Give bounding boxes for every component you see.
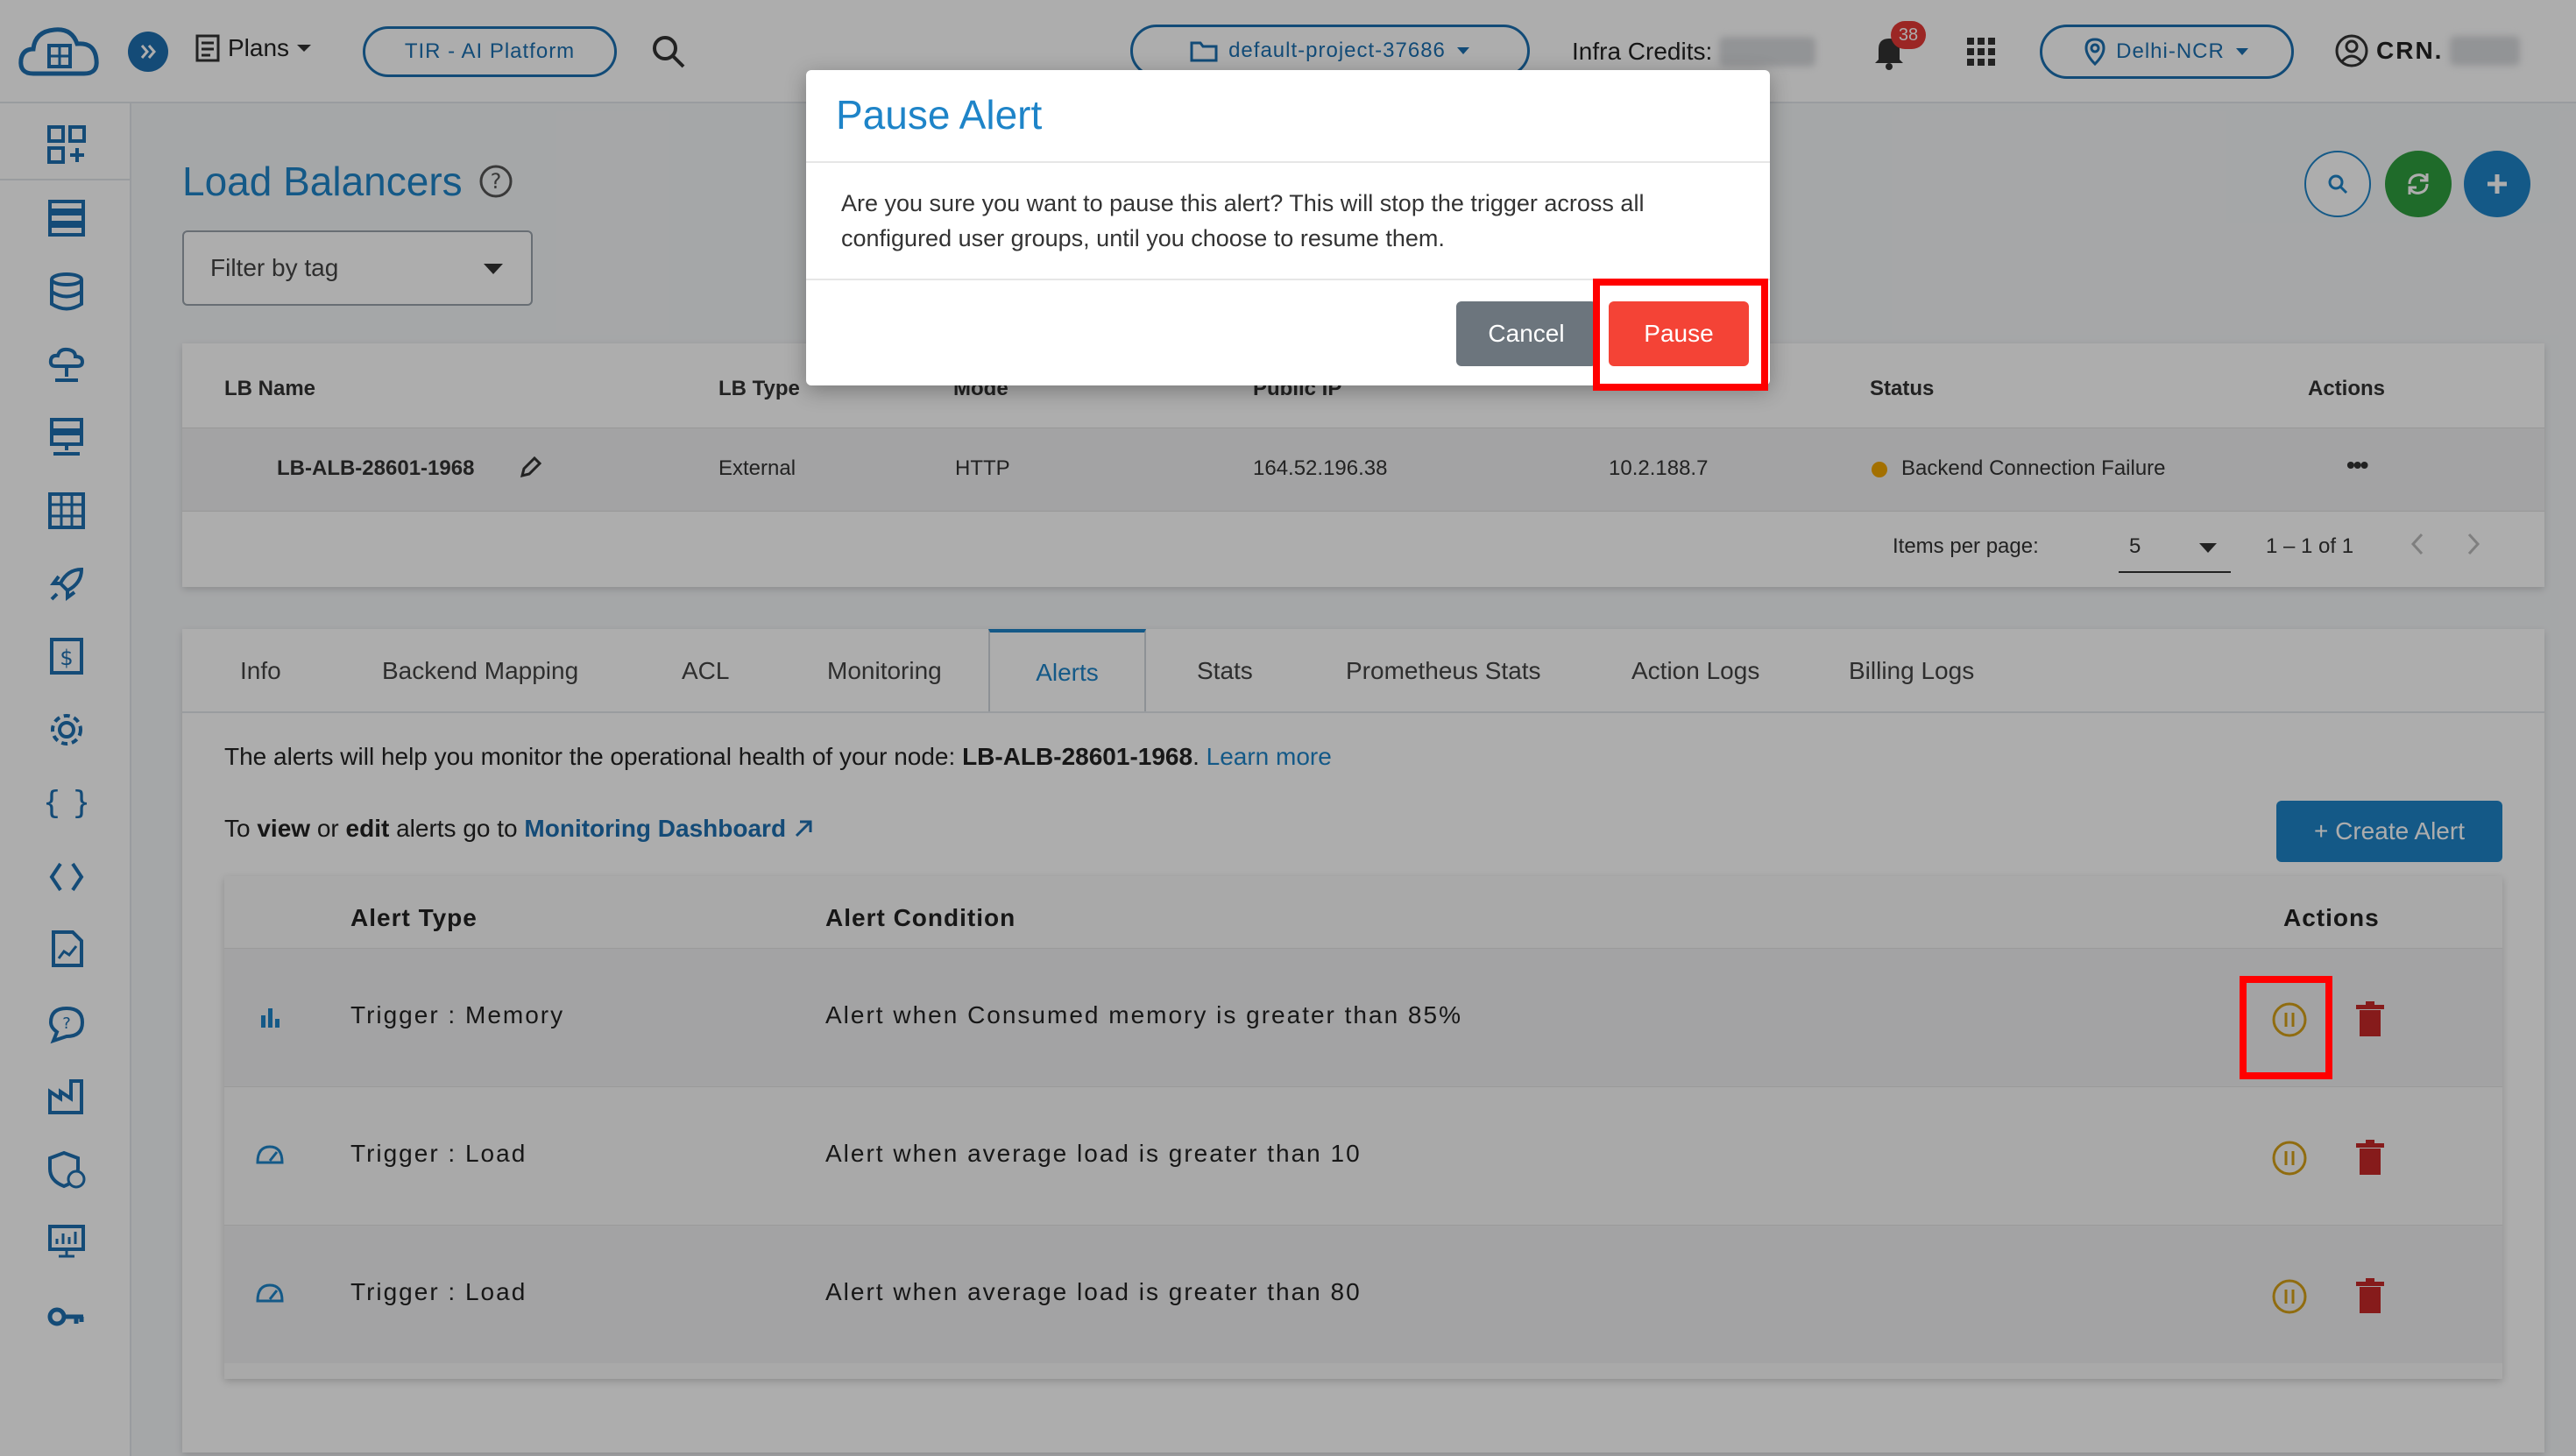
pause-icon-highlight [2240, 976, 2332, 1079]
pause-alert-dialog: Pause Alert Are you sure you want to pau… [806, 70, 1770, 391]
cancel-button[interactable]: Cancel [1456, 301, 1596, 366]
dialog-message: Are you sure you want to pause this aler… [841, 190, 1645, 251]
pause-button-highlight [1593, 279, 1768, 391]
dialog-title: Pause Alert [836, 92, 1043, 138]
